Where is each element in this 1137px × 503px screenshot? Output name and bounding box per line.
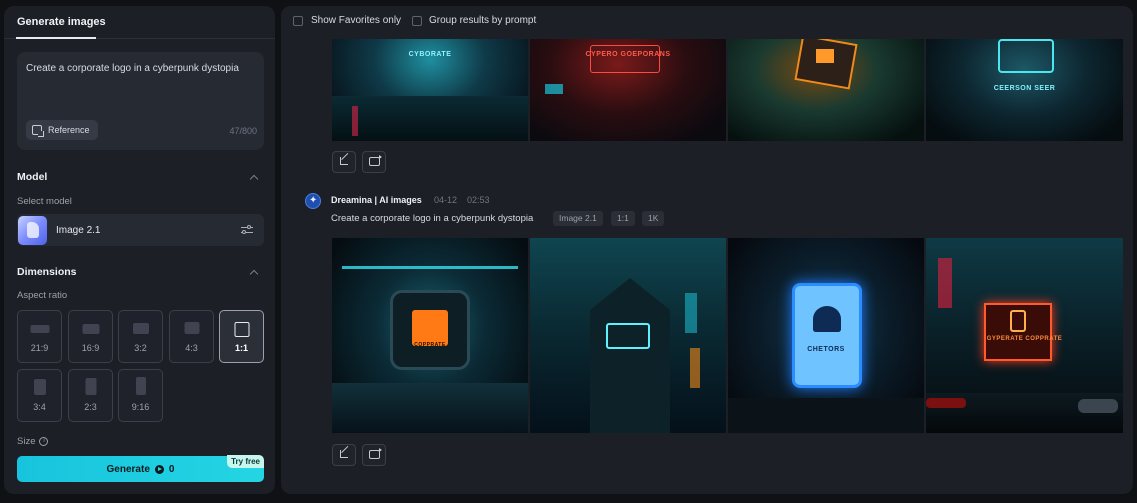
image-logo-text: CHETORS [807, 346, 845, 353]
image-logo-text: CEERSON SEER [993, 85, 1056, 92]
ratio-option-3-4[interactable]: 3:4 [17, 369, 62, 422]
ratio-shape-icon [85, 378, 96, 395]
image-logo-text: CYBORATE [408, 51, 452, 58]
tab-underline [16, 37, 96, 39]
pencil-icon [340, 157, 348, 165]
filter-bar: Show Favorites only Group results by pro… [281, 6, 1133, 36]
tag-ratio: 1:1 [611, 211, 635, 226]
model-selector[interactable]: Image 2.1 [17, 214, 264, 246]
ratio-label: 4:3 [185, 343, 198, 353]
chevron-up-icon[interactable] [249, 174, 259, 184]
prompt-input[interactable]: Create a corporate logo in a cyberpunk d… [17, 52, 264, 150]
ratio-option-1-1[interactable]: 1:1 [219, 310, 264, 363]
ratio-label: 1:1 [234, 343, 248, 353]
result-image[interactable]: COPPRATE [332, 238, 528, 433]
result-image[interactable] [728, 39, 924, 141]
tag-resolution: 1K [642, 211, 665, 226]
group-time: 02:53 [467, 195, 490, 205]
model-section-title: Model [17, 171, 48, 183]
ratio-label: 16:9 [81, 343, 100, 353]
ratio-shape-icon [135, 377, 146, 395]
result-image[interactable]: CYBORATE [332, 39, 528, 141]
ratio-option-4-3[interactable]: 4:3 [169, 310, 214, 363]
reference-icon [32, 125, 44, 137]
char-count: 47/800 [229, 126, 257, 136]
regenerate-icon [369, 448, 382, 459]
size-label-text: Size [17, 436, 36, 447]
result-image[interactable]: CEERSON SEER [926, 39, 1123, 141]
ratio-option-16-9[interactable]: 16:9 [68, 310, 113, 363]
ratio-label: 2:3 [84, 402, 97, 412]
group-by-prompt-checkbox[interactable] [412, 16, 422, 26]
generate-panel: Generate images Create a corporate logo … [4, 6, 275, 494]
generate-label: Generate [106, 463, 150, 475]
group-date: 04-12 [434, 195, 458, 205]
reference-label: Reference [48, 125, 90, 135]
ratio-shape-icon [30, 325, 49, 333]
info-icon[interactable]: i [39, 437, 49, 446]
result-image[interactable] [530, 238, 726, 433]
ratio-shape-icon [184, 322, 199, 334]
result-image[interactable]: GYPERATE COPPRATE [926, 238, 1123, 433]
tag-model: Image 2.1 [553, 211, 603, 226]
image-logo-text: COPPRATE [414, 342, 446, 348]
group-by-prompt-label[interactable]: Group results by prompt [429, 15, 536, 26]
ratio-shape-icon [132, 323, 149, 334]
tab-generate-images[interactable]: Generate images [17, 16, 106, 28]
select-model-label: Select model [17, 196, 72, 207]
favorites-checkbox[interactable] [293, 16, 303, 26]
regenerate-button[interactable] [362, 151, 386, 173]
regenerate-icon [369, 155, 382, 166]
result-image[interactable]: CYPERO GOEPORANS [530, 39, 726, 141]
ratio-label: 3:2 [134, 343, 147, 353]
model-thumbnail [18, 216, 47, 245]
prompt-text[interactable]: Create a corporate logo in a cyberpunk d… [26, 63, 239, 74]
dimensions-section-title: Dimensions [17, 266, 77, 278]
model-name: Image 2.1 [56, 225, 101, 236]
generate-button[interactable]: Generate 0 Try free [17, 455, 264, 482]
try-free-badge: Try free [227, 455, 264, 468]
ratio-label: 3:4 [33, 402, 46, 412]
ratio-option-3-2[interactable]: 3:2 [118, 310, 163, 363]
sliders-icon[interactable] [241, 225, 253, 235]
image-logo-text: GYPERATE COPPRATE [986, 336, 1063, 342]
ratio-label: 21:9 [30, 343, 49, 353]
aspect-ratio-label: Aspect ratio [17, 290, 68, 301]
ratio-label: 9:16 [131, 402, 150, 412]
edit-button[interactable] [332, 444, 356, 466]
image-logo-text: CYPERO GOEPORANS [585, 51, 671, 58]
ratio-option-9-16[interactable]: 9:16 [118, 369, 163, 422]
size-label: Size i [17, 436, 49, 447]
result-image[interactable]: CHETORS [728, 238, 924, 433]
edit-button[interactable] [332, 151, 356, 173]
reference-button[interactable]: Reference [26, 120, 98, 140]
ratio-shape-icon [82, 324, 99, 334]
ratio-shape-icon [234, 322, 249, 337]
chevron-up-icon[interactable] [249, 269, 259, 279]
pencil-icon [340, 450, 348, 458]
favorites-label[interactable]: Show Favorites only [311, 15, 401, 26]
ratio-shape-icon [33, 379, 46, 395]
regenerate-button[interactable] [362, 444, 386, 466]
credit-icon [154, 464, 164, 474]
group-author: Dreamina | AI images [331, 195, 422, 205]
ratio-option-2-3[interactable]: 2:3 [68, 369, 113, 422]
group-prompt: Create a corporate logo in a cyberpunk d… [331, 213, 534, 224]
ratio-option-21-9[interactable]: 21:9 [17, 310, 62, 363]
tab-bar: Generate images [4, 6, 275, 39]
generate-cost: 0 [168, 463, 175, 475]
dreamina-avatar-icon [305, 193, 321, 209]
results-panel: Show Favorites only Group results by pro… [281, 6, 1133, 494]
